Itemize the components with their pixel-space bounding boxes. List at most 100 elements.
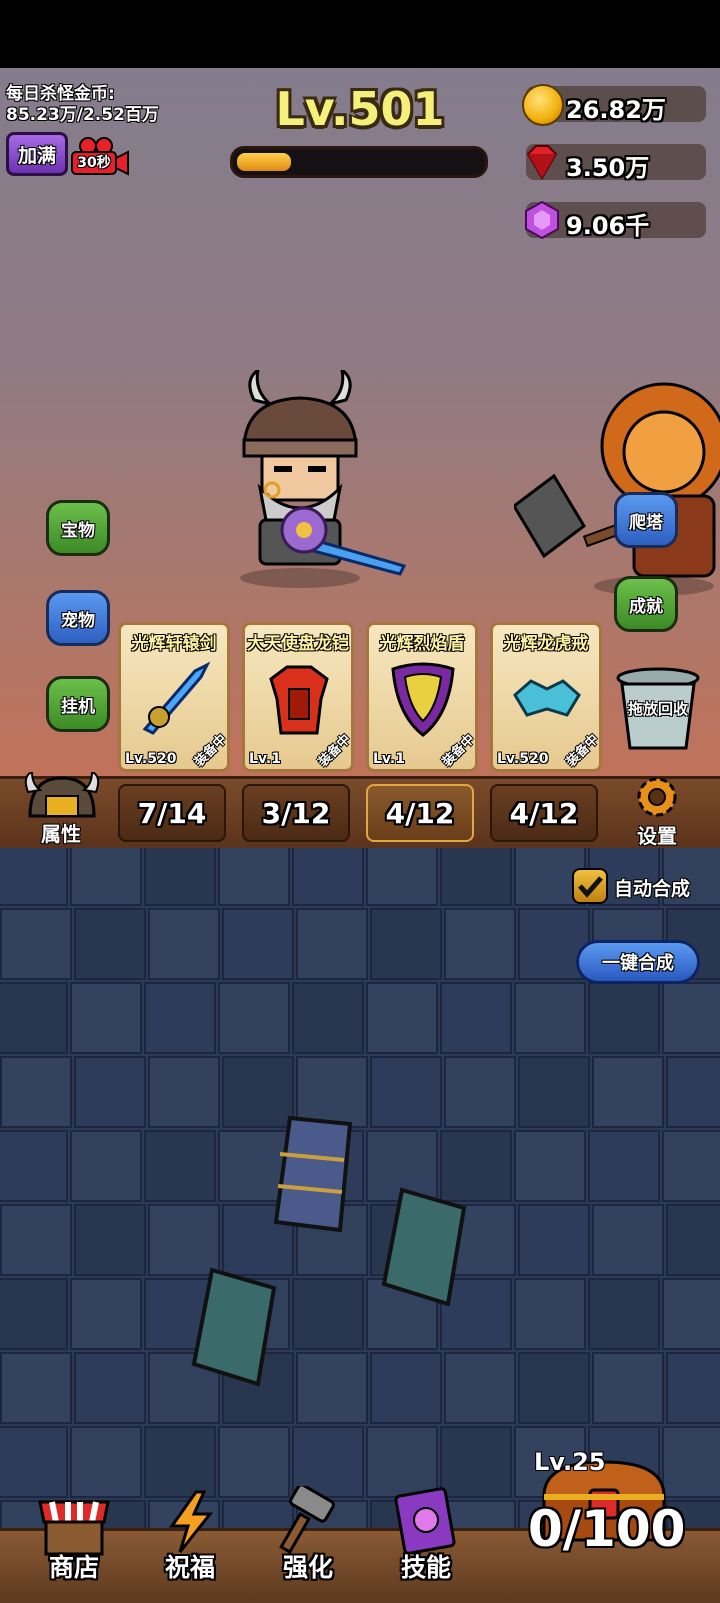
board-tile[interactable]: [0, 982, 68, 1054]
attributes-button[interactable]: 属性: [14, 772, 108, 846]
board-tile[interactable]: [370, 908, 442, 980]
board-tile[interactable]: [444, 1056, 516, 1128]
board-tile[interactable]: [518, 1352, 590, 1424]
board-tile[interactable]: [588, 982, 660, 1054]
treasure-chest-button[interactable]: Lv.25 0/100: [520, 1440, 720, 1590]
board-tile[interactable]: [370, 1056, 442, 1128]
nav-skills[interactable]: 技能: [376, 1478, 476, 1588]
board-tile[interactable]: [666, 1056, 720, 1128]
board-tile[interactable]: [0, 848, 68, 906]
equipment-level: Lv.520: [125, 751, 177, 767]
gold-counter: 26.82万: [522, 84, 706, 126]
board-tile[interactable]: [144, 982, 216, 1054]
slot-shield-count[interactable]: 4/12: [366, 784, 474, 842]
board-tile[interactable]: [144, 1130, 216, 1202]
slot-armor-count[interactable]: 3/12: [242, 784, 350, 842]
idle-button[interactable]: 挂机: [46, 676, 110, 732]
board-tile[interactable]: [292, 1278, 364, 1350]
board-tile[interactable]: [588, 1130, 660, 1202]
amethyst-icon: [525, 200, 559, 240]
board-tile[interactable]: [292, 848, 364, 906]
board-tile[interactable]: [148, 1056, 220, 1128]
equipment-card-ring[interactable]: 光辉龙虎戒 Lv.520 装备中: [490, 622, 602, 772]
slot-sword-count[interactable]: 7/14: [118, 784, 226, 842]
equipped-badge: 装备中: [563, 731, 603, 771]
equipment-card-sword[interactable]: 光辉轩辕剑 Lv.520 装备中: [118, 622, 230, 772]
board-tile[interactable]: [0, 908, 72, 980]
board-tile[interactable]: [74, 1352, 146, 1424]
board-tile[interactable]: [514, 982, 586, 1054]
nav-shop[interactable]: 商店: [24, 1478, 124, 1588]
board-tile[interactable]: [148, 908, 220, 980]
nav-enhance[interactable]: 强化: [258, 1478, 358, 1588]
board-tile[interactable]: [440, 982, 512, 1054]
board-tile[interactable]: [70, 1130, 142, 1202]
board-tile[interactable]: [74, 1056, 146, 1128]
board-tile[interactable]: [592, 1056, 664, 1128]
board-tile[interactable]: [666, 1352, 720, 1424]
board-tile[interactable]: [70, 1278, 142, 1350]
board-tile[interactable]: [222, 908, 294, 980]
board-tile[interactable]: [588, 1278, 660, 1350]
board-tile[interactable]: [366, 982, 438, 1054]
ring-icon: [513, 679, 581, 717]
ad-timer: 30秒: [77, 155, 111, 171]
nav-enhance-label: 强化: [282, 1553, 333, 1582]
board-tile[interactable]: [518, 1056, 590, 1128]
one-click-merge-button[interactable]: 一键合成: [576, 940, 700, 984]
board-tile[interactable]: [592, 1352, 664, 1424]
board-shield-item[interactable]: [182, 1264, 282, 1394]
board-armor-item[interactable]: [270, 1110, 370, 1240]
fill-button[interactable]: 加满: [6, 132, 68, 176]
board-tile[interactable]: [74, 1204, 146, 1276]
pet-button[interactable]: 宠物: [46, 590, 110, 646]
auto-merge-toggle[interactable]: 自动合成: [572, 866, 712, 906]
board-tile[interactable]: [662, 1130, 720, 1202]
board-tile[interactable]: [444, 1352, 516, 1424]
board-tile[interactable]: [292, 982, 364, 1054]
board-tile[interactable]: [370, 1352, 442, 1424]
board-tile[interactable]: [0, 1056, 72, 1128]
recycle-bin[interactable]: 拖放回收: [610, 664, 706, 754]
board-tile[interactable]: [444, 908, 516, 980]
checkbox[interactable]: [572, 868, 608, 904]
board-tile[interactable]: [592, 1204, 664, 1276]
board-tile[interactable]: [296, 908, 368, 980]
slot-ring-count[interactable]: 4/12: [490, 784, 598, 842]
equipment-title: 光辉烈焰盾: [379, 634, 465, 654]
video-ad-button[interactable]: 30秒: [70, 136, 130, 176]
board-tile[interactable]: [0, 1278, 68, 1350]
treasure-button[interactable]: 宝物: [46, 500, 110, 556]
chest-level: Lv.25: [534, 1448, 606, 1476]
board-tile[interactable]: [518, 1204, 590, 1276]
settings-button[interactable]: 设置: [620, 774, 694, 848]
equipment-level: Lv.1: [373, 751, 405, 767]
board-tile[interactable]: [70, 982, 142, 1054]
chest-progress: 0/100: [528, 1500, 686, 1558]
board-tile[interactable]: [366, 848, 438, 906]
equipment-card-armor[interactable]: 大天使盘龙铠 Lv.1 装备中: [242, 622, 354, 772]
amethyst-amount: 9.06千: [566, 212, 650, 240]
daily-gold-panel: 每日杀怪金币: 85.23万/2.52百万: [6, 84, 159, 126]
board-tile[interactable]: [440, 848, 512, 906]
nav-blessing[interactable]: 祝福: [140, 1478, 240, 1588]
board-tile[interactable]: [70, 848, 142, 906]
board-tile[interactable]: [662, 982, 720, 1054]
board-tile[interactable]: [144, 848, 216, 906]
board-tile[interactable]: [514, 1278, 586, 1350]
board-tile[interactable]: [0, 1352, 72, 1424]
board-tile[interactable]: [662, 1278, 720, 1350]
board-tile[interactable]: [74, 908, 146, 980]
achievements-button[interactable]: 成就: [614, 576, 678, 632]
board-tile[interactable]: [0, 1130, 68, 1202]
board-tile[interactable]: [0, 1204, 72, 1276]
board-tile[interactable]: [514, 1130, 586, 1202]
board-shield-item[interactable]: [372, 1184, 472, 1314]
board-tile[interactable]: [666, 1204, 720, 1276]
equipment-title: 光辉轩辕剑: [131, 634, 217, 654]
board-tile[interactable]: [296, 1352, 368, 1424]
equipment-card-shield[interactable]: 光辉烈焰盾 Lv.1 装备中: [366, 622, 478, 772]
board-tile[interactable]: [218, 848, 290, 906]
tower-climb-button[interactable]: 爬塔: [614, 492, 678, 548]
board-tile[interactable]: [218, 982, 290, 1054]
